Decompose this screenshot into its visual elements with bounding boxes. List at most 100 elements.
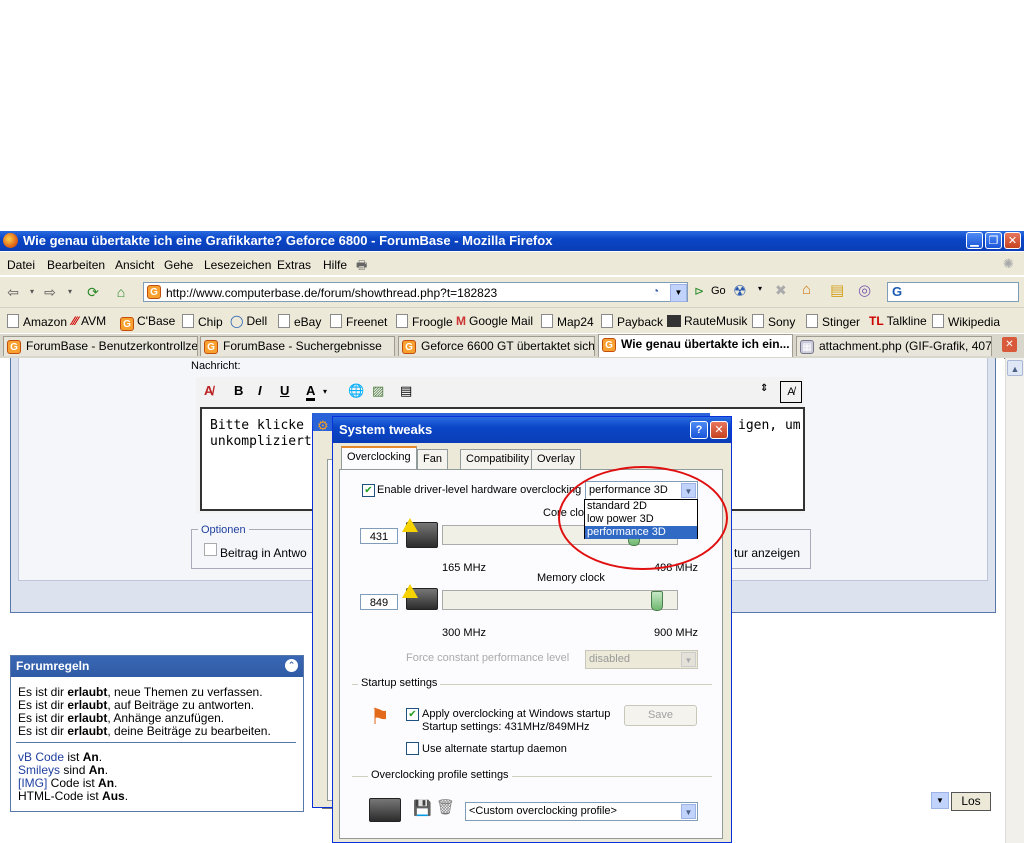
code-line: vB Code ist An. — [18, 750, 103, 764]
page-scrollbar[interactable]: ▲ — [1005, 358, 1024, 843]
tab-active-grafikkarte[interactable]: G Wie genau übertakte ich ein... — [598, 334, 793, 357]
smileys-link[interactable]: Smileys — [18, 763, 60, 777]
insert-image-icon[interactable]: ▨ — [372, 383, 384, 399]
dialog-title-bar: System tweaks ? ✕ — [333, 417, 731, 443]
close-tab-icon[interactable]: ✕ — [1002, 337, 1017, 352]
back-dropdown-icon[interactable]: ▾ — [22, 283, 42, 301]
bookmark-wikipedia[interactable]: Wikipedia — [932, 314, 1000, 329]
menu-lesezeichen[interactable]: Lesezeichen — [204, 258, 271, 272]
menu-hilfe[interactable]: Hilfe — [323, 258, 347, 272]
help-button[interactable]: ? — [690, 421, 708, 439]
url-text[interactable]: http://www.computerbase.de/forum/showthr… — [166, 286, 497, 300]
insert-link-icon[interactable]: 🌐 — [348, 383, 364, 399]
bookmark-map24[interactable]: Map24 — [541, 314, 594, 329]
bookmark-dell[interactable]: ◯ Dell — [230, 314, 267, 328]
tab-compatibility[interactable]: Compatibility — [460, 449, 535, 469]
remove-format-icon[interactable]: A̸ — [204, 383, 213, 398]
bookmark-avm[interactable]: ⁄⁄⁄ AVM — [72, 314, 106, 328]
alt-daemon-checkbox[interactable] — [406, 742, 419, 755]
go-icon[interactable]: ⊳ — [694, 284, 704, 298]
go-button[interactable]: Go — [711, 285, 726, 297]
minimize-button[interactable]: ▁ — [966, 232, 983, 249]
font-color-dropdown-icon[interactable]: ▾ — [323, 387, 327, 396]
tab-suchergebnisse[interactable]: G ForumBase - Suchergebnisse — [200, 336, 395, 356]
reply-option-checkbox[interactable] — [204, 543, 217, 556]
jump-dropdown-icon[interactable]: ▼ — [931, 792, 949, 809]
warning-icon — [402, 584, 418, 598]
home-alt-icon[interactable]: ⌂ — [802, 281, 811, 298]
vbcode-link[interactable]: vB Code — [18, 750, 64, 764]
addon-dropdown-icon[interactable]: ▾ — [758, 284, 762, 293]
tab-overlay[interactable]: Overlay — [531, 449, 581, 469]
scroll-up-icon[interactable]: ▲ — [1007, 360, 1023, 376]
collapse-icon[interactable]: ⌃ — [285, 659, 298, 672]
code-line: HTML-Code ist Aus. — [18, 789, 129, 803]
translate-icon[interactable]: ☢ — [733, 282, 746, 300]
save-profile-icon[interactable]: 💾 — [413, 799, 432, 817]
folder-icon[interactable]: ▤ — [830, 281, 844, 299]
tab-geforce-6600[interactable]: G Geforce 6600 GT übertaktet sich ... — [398, 336, 595, 356]
bookmark-froogle[interactable]: Froogle — [396, 314, 453, 329]
core-clock-value[interactable]: 431 — [360, 528, 398, 544]
insert-quote-icon[interactable]: ▤ — [400, 383, 412, 399]
search-box[interactable]: G — [887, 282, 1019, 302]
bookmark-ebay[interactable]: eBay — [278, 314, 321, 329]
memory-clock-min: 300 MHz — [442, 627, 487, 639]
apply-at-startup-checkbox[interactable]: ✔ — [406, 708, 419, 721]
stop-icon[interactable]: ✖ — [775, 282, 787, 299]
profile-dropdown-icon[interactable]: ▼ — [681, 804, 696, 819]
forward-icon[interactable]: ⇨ — [40, 283, 60, 301]
memory-clock-slider[interactable] — [442, 590, 678, 611]
underline-icon[interactable]: U — [280, 383, 289, 398]
url-history-dropdown-icon[interactable]: ▼ — [670, 284, 687, 302]
delete-profile-icon[interactable]: 🗑 — [436, 798, 455, 816]
restore-button[interactable]: ❐ — [985, 232, 1002, 249]
enable-overclocking-checkbox[interactable]: ✔ — [362, 484, 375, 497]
bookmark-stinger[interactable]: Stinger — [806, 314, 860, 329]
tab-attachment[interactable]: ▦ attachment.php (GIF-Grafik, 407... — [796, 336, 992, 356]
switch-editor-mode-icon[interactable]: A̸ — [780, 381, 802, 403]
resize-editor-icon[interactable]: ⇕ — [760, 383, 768, 394]
google-search-icon[interactable]: G — [892, 284, 902, 299]
bold-icon[interactable]: B — [234, 383, 243, 398]
menu-ansicht[interactable]: Ansicht — [115, 258, 154, 272]
url-bar[interactable]: G http://www.computerbase.de/forum/showt… — [143, 282, 688, 302]
close-window-button[interactable]: ✕ — [1004, 232, 1021, 249]
bookmark-sony[interactable]: Sony — [752, 314, 795, 329]
back-icon[interactable]: ⇦ — [3, 283, 23, 301]
tab-benutzerkontrollzentrum[interactable]: G ForumBase - Benutzerkontrollzen... — [3, 336, 198, 356]
italic-icon[interactable]: I — [258, 383, 262, 398]
bookmark-talkline[interactable]: TL Talkline — [869, 314, 927, 328]
menu-bearbeiten[interactable]: Bearbeiten — [47, 258, 105, 272]
window-title: Wie genau übertakte ich eine Grafikkarte… — [23, 233, 553, 248]
memory-clock-slider-thumb[interactable] — [651, 591, 663, 611]
history-icon[interactable]: ◎ — [858, 281, 871, 299]
tab-fan[interactable]: Fan — [417, 449, 448, 469]
bookmark-rautemusik[interactable]: RauteMusik — [667, 314, 747, 328]
save-button[interactable]: Save — [624, 705, 697, 726]
tab-overclocking[interactable]: Overclocking — [341, 446, 417, 470]
bookmark-payback[interactable]: Payback — [601, 314, 663, 329]
bookmark-amazon[interactable]: Amazon — [7, 314, 67, 329]
menu-extras[interactable]: Extras — [277, 258, 311, 272]
font-color-icon[interactable]: A — [306, 383, 316, 401]
forward-dropdown-icon[interactable]: ▾ — [60, 283, 80, 301]
menu-datei[interactable]: Datei — [7, 258, 35, 272]
reload-icon[interactable]: ⟳ — [83, 283, 103, 301]
profile-select[interactable]: <Custom overclocking profile> ▼ — [465, 802, 698, 821]
rss-icon[interactable]: ◔ — [652, 284, 659, 298]
home-icon[interactable]: ⌂ — [111, 283, 131, 301]
menu-gehe[interactable]: Gehe — [164, 258, 193, 272]
force-performance-select[interactable]: disabled ▼ — [585, 650, 698, 669]
force-performance-dropdown-icon[interactable]: ▼ — [681, 652, 696, 667]
close-dialog-button[interactable]: ✕ — [710, 421, 728, 439]
bookmark-chip[interactable]: Chip — [182, 314, 223, 329]
go-submit-button[interactable]: Los — [951, 792, 991, 811]
bookmark-cbase[interactable]: G C'Base — [120, 314, 175, 331]
print-icon[interactable]: 🖶 — [356, 256, 367, 277]
img-code-link[interactable]: [IMG] — [18, 776, 47, 790]
enable-overclocking-label: Enable driver-level hardware overclockin… — [377, 484, 582, 496]
memory-clock-value[interactable]: 849 — [360, 594, 398, 610]
bookmark-google-mail[interactable]: M Google Mail — [456, 314, 533, 328]
bookmark-freenet[interactable]: Freenet — [330, 314, 387, 329]
